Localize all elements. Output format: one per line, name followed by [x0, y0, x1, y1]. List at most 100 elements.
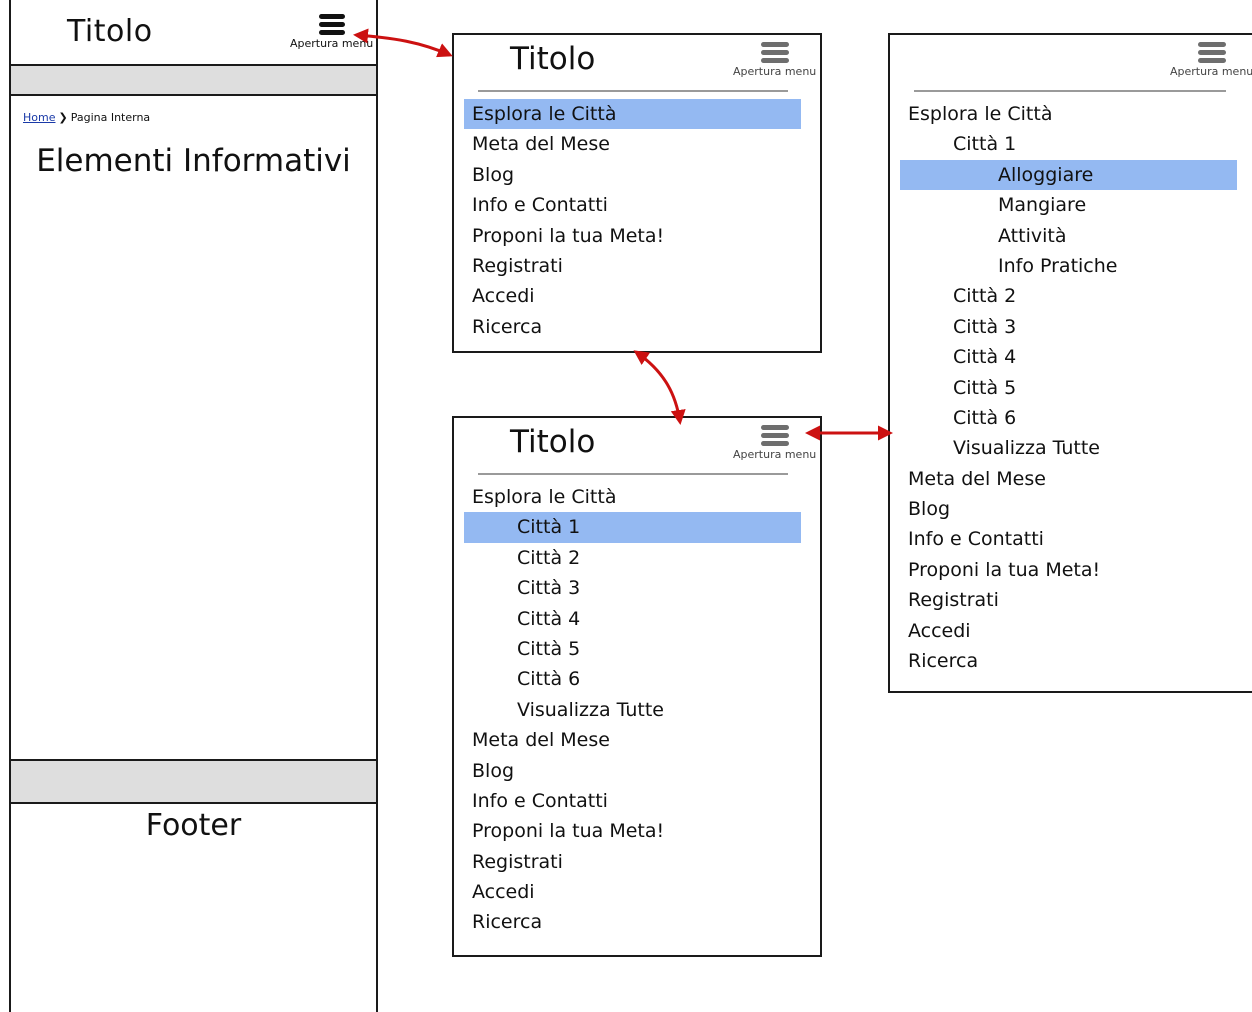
menu-item-label: Città 4 [953, 346, 1017, 369]
menu-item-label: Città 3 [953, 315, 1017, 338]
menu-item[interactable]: Città 4 [472, 604, 664, 634]
menu-item[interactable]: Alloggiare [899, 159, 1238, 191]
menu-button-label: Apertura menu [1170, 65, 1252, 78]
menu-main-frame: Titolo Apertura menu Esplora le Città Met… [452, 33, 822, 353]
menu-divider [478, 90, 788, 92]
menu-item[interactable]: Città 4 [908, 342, 1117, 372]
page-title: Titolo [67, 14, 153, 49]
breadcrumb-chevron-icon: ❯ [58, 111, 68, 124]
menu-button[interactable]: Apertura menu [290, 14, 373, 50]
menu-item-label: Visualizza Tutte [953, 437, 1100, 460]
menu-button[interactable]: Apertura menu [733, 425, 816, 461]
menu-item-label: Registrati [908, 589, 999, 612]
arrow-menu-to-cities [633, 350, 686, 425]
menu-list: Esplora le Città Città 1 Città 2 Città 3 Cit… [463, 482, 802, 938]
menu-item-label: Info e Contatti [472, 789, 608, 812]
menu-item-label: Città 1 [953, 133, 1017, 156]
menu-item-label: Esplora le Città [472, 486, 617, 508]
menu-item[interactable]: Città 2 [908, 281, 1117, 311]
menu-item-label: Accedi [908, 619, 971, 642]
menu-item[interactable]: Meta del Mese [472, 129, 664, 159]
menu-item[interactable]: Città 5 [472, 634, 664, 664]
menu-item[interactable]: Accedi [472, 877, 664, 907]
menu-item[interactable]: Info Pratiche [908, 251, 1117, 281]
menu-item[interactable]: Info e Contatti [472, 190, 664, 220]
menu-item[interactable]: Meta del Mese [908, 464, 1117, 494]
menu-item[interactable]: Meta del Mese [472, 725, 664, 755]
menu-item[interactable]: Città 3 [908, 312, 1117, 342]
menu-item[interactable]: Proponi la tua Meta! [472, 221, 664, 251]
hamburger-icon [760, 425, 789, 446]
menu-item-label: Alloggiare [998, 163, 1094, 186]
breadcrumb-current: Pagina Interna [70, 111, 151, 124]
page-header: Titolo Apertura menu [11, 0, 376, 66]
menu-item[interactable]: Proponi la tua Meta! [908, 555, 1117, 585]
menu-item[interactable]: Città 1 [463, 512, 802, 544]
menu-list: Esplora le Città Meta del Mese Blog Info e … [463, 99, 802, 342]
menu-item-label: Visualizza Tutte [517, 698, 664, 721]
menu-item[interactable]: Registrati [908, 585, 1117, 615]
menu-item-label: Ricerca [908, 650, 979, 673]
page-heading: Elementi Informativi [36, 143, 351, 179]
menu-item-label: Proponi la tua Meta! [472, 224, 665, 247]
menu-item[interactable]: Ricerca [472, 907, 664, 937]
menu-item-label: Meta del Mese [472, 729, 610, 752]
menu-item-label: Info e Contatti [908, 528, 1044, 551]
menu-item-label: Registrati [472, 850, 563, 873]
menu-item[interactable]: Registrati [472, 251, 664, 281]
menu-item[interactable]: Città 3 [472, 573, 664, 603]
menu-item[interactable]: Ricerca [908, 646, 1117, 676]
menu-item[interactable]: Blog [908, 494, 1117, 524]
menu-item[interactable]: Mangiare [908, 190, 1117, 220]
menu-item-label: Proponi la tua Meta! [472, 820, 665, 843]
menu-item[interactable]: Città 6 [472, 664, 664, 694]
menu-item-label: Città 2 [517, 546, 581, 569]
menu-title: Titolo [510, 424, 596, 460]
menu-button[interactable]: Apertura menu [1170, 42, 1252, 78]
menu-button-label: Apertura menu [733, 448, 817, 461]
menu-item[interactable]: Esplora le Città [463, 99, 802, 130]
menu-item-label: Accedi [472, 285, 535, 308]
hamburger-icon [318, 14, 345, 35]
breadcrumb-home-link[interactable]: Home [23, 111, 55, 124]
menu-item[interactable]: Città 6 [908, 403, 1117, 433]
menu-item[interactable]: Città 5 [908, 373, 1117, 403]
menu-item-label: Info Pratiche [998, 254, 1118, 277]
menu-cities-frame: Titolo Apertura menu Esplora le Città Cit… [452, 416, 822, 957]
menu-item[interactable]: Ricerca [472, 312, 664, 342]
menu-item-label: Meta del Mese [908, 467, 1046, 490]
menu-item-label: Ricerca [472, 911, 543, 934]
menu-item[interactable]: Accedi [472, 281, 664, 311]
menu-item[interactable]: Visualizza Tutte [908, 433, 1117, 463]
menu-item[interactable]: Blog [472, 756, 664, 786]
menu-item-label: Città 2 [953, 285, 1017, 308]
menu-item[interactable]: Città 1 [908, 129, 1117, 159]
menu-item[interactable]: Registrati [472, 847, 664, 877]
menu-item-label: Esplora le Città [472, 103, 617, 125]
menu-item-label: Città 4 [517, 607, 581, 630]
menu-item[interactable]: Accedi [908, 616, 1117, 646]
menu-button[interactable]: Apertura menu [733, 42, 816, 78]
hamburger-icon [760, 42, 789, 63]
menu-item[interactable]: Proponi la tua Meta! [472, 816, 664, 846]
menu-item-label: Mangiare [998, 194, 1087, 217]
menu-item-label: Città 6 [517, 668, 581, 691]
menu-item[interactable]: Blog [472, 160, 664, 190]
page-wireframe: Titolo Apertura menu Home ❯ Pagina Interna… [9, 0, 378, 1012]
menu-item[interactable]: Attività [908, 221, 1117, 251]
menu-item[interactable]: Info e Contatti [472, 786, 664, 816]
menu-item[interactable]: Info e Contatti [908, 524, 1117, 554]
menu-item[interactable]: Esplora le Città [472, 482, 664, 512]
menu-item[interactable]: Visualizza Tutte [472, 695, 664, 725]
menu-item[interactable]: Esplora le Città [908, 99, 1117, 129]
menu-item-label: Città 3 [517, 577, 581, 600]
footer: Footer [145, 808, 242, 843]
menu-item-label: Info e Contatti [472, 194, 608, 217]
menu-item-label: Proponi la tua Meta! [908, 558, 1101, 581]
menu-item-label: Città 5 [953, 376, 1017, 399]
menu-item-label: Città 6 [953, 406, 1017, 429]
menu-item-label: Accedi [472, 881, 535, 904]
menu-item[interactable]: Città 2 [472, 543, 664, 573]
menu-title: Titolo [510, 41, 596, 77]
menu-item-label: Blog [472, 163, 514, 186]
